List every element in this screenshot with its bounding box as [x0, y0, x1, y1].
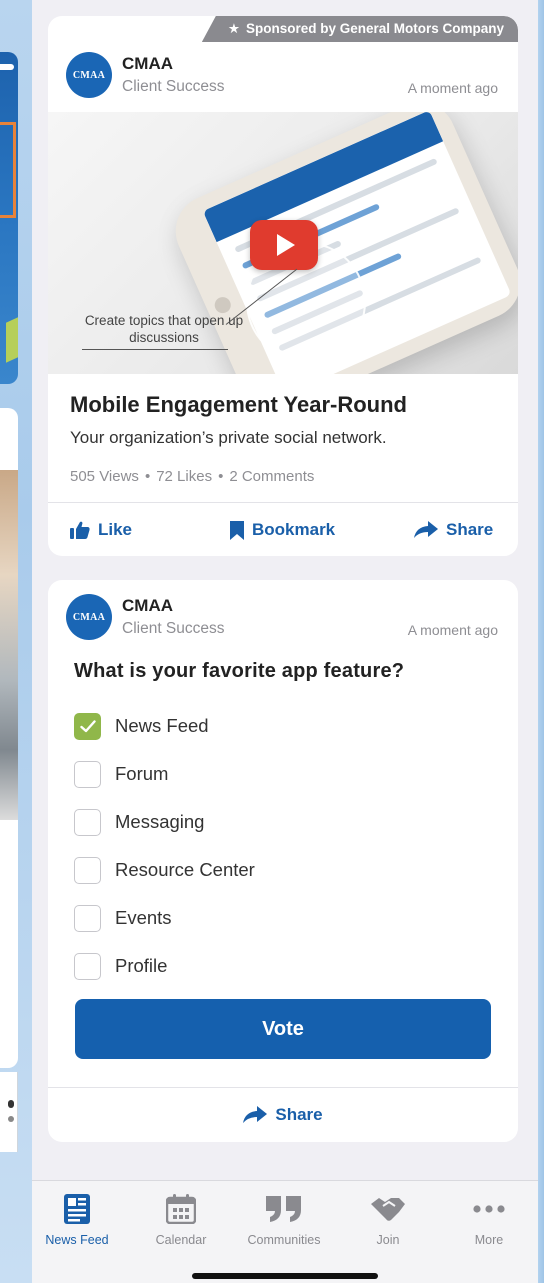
peek-white-bar	[0, 64, 14, 70]
news-feed-icon	[64, 1191, 90, 1227]
thumbs-up-icon	[70, 521, 90, 539]
post-time: A moment ago	[407, 622, 498, 638]
share-label: Share	[446, 520, 494, 539]
star-icon: ★	[227, 21, 240, 36]
vote-button[interactable]: Vote	[75, 999, 491, 1059]
bookmark-icon	[230, 520, 244, 540]
peek-dot	[8, 1116, 14, 1122]
like-label: Like	[98, 520, 133, 539]
checkbox-checked[interactable]	[74, 712, 101, 740]
stats-separator: •	[218, 468, 224, 485]
tab-label: Calendar	[155, 1233, 207, 1247]
poll-option[interactable]: Profile	[74, 942, 494, 990]
post-title[interactable]: Mobile Engagement Year-Round	[70, 392, 407, 418]
tab-communities[interactable]: Communities	[239, 1191, 329, 1251]
poll-question: What is your favorite app feature?	[74, 660, 405, 682]
tab-label: Join	[376, 1233, 400, 1247]
post-stats: 505 Views • 72 Likes • 2 Comments	[70, 468, 314, 485]
handshake-icon	[371, 1191, 405, 1227]
peek-green-shape	[6, 317, 18, 363]
poll-option-label: Events	[115, 907, 172, 928]
tab-join[interactable]: Join	[343, 1191, 433, 1251]
poll-option[interactable]: News Feed	[74, 702, 494, 750]
video-thumbnail[interactable]: Create topics that open up discussions	[48, 112, 518, 374]
sponsored-badge: ★ Sponsored by General Motors Company	[201, 16, 518, 42]
peek-orange-frame	[0, 122, 16, 218]
checkbox[interactable]	[74, 760, 101, 788]
avatar[interactable]: CMAA	[66, 594, 112, 640]
tab-calendar[interactable]: Calendar	[136, 1191, 226, 1251]
peek-photo	[0, 470, 18, 820]
previous-screen-footer-peek	[0, 1072, 18, 1152]
avatar[interactable]: CMAA	[66, 52, 112, 98]
post-subtitle: Your organization’s private social netwo…	[70, 428, 387, 447]
author-role: Client Success	[122, 78, 225, 95]
peek-dot	[8, 1100, 14, 1108]
bookmark-button[interactable]: Bookmark	[230, 503, 335, 556]
post-actions: Like Bookmark Share	[48, 502, 518, 556]
phone-nav	[202, 112, 444, 243]
author-role: Client Success	[122, 620, 225, 637]
poll-option[interactable]: Events	[74, 894, 494, 942]
checkbox[interactable]	[74, 808, 101, 836]
screen-right-edge	[538, 0, 544, 1283]
tab-label: Communities	[247, 1233, 321, 1247]
previous-screen-header-peek	[0, 52, 18, 384]
poll-options: News Feed Forum Messaging Resource Cente…	[74, 702, 494, 990]
poll-card: CMAA CMAA Client Success A moment ago Wh…	[48, 580, 518, 1142]
views-count[interactable]: 505 Views	[70, 468, 139, 485]
sponsor-text: Sponsored by General Motors Company	[245, 21, 504, 36]
bookmark-label: Bookmark	[252, 520, 336, 539]
callout-underline	[82, 349, 228, 350]
likes-count[interactable]: 72 Likes	[156, 468, 212, 485]
home-indicator[interactable]	[192, 1273, 378, 1279]
poll-option[interactable]: Resource Center	[74, 846, 494, 894]
like-button[interactable]: Like	[70, 503, 132, 556]
poll-option-label: Forum	[115, 763, 169, 784]
comments-count[interactable]: 2 Comments	[229, 468, 314, 485]
share-label: Share	[275, 1105, 323, 1124]
quote-icon	[266, 1191, 302, 1227]
previous-screen-card-peek	[0, 408, 18, 1068]
post-time: A moment ago	[407, 80, 498, 96]
stats-separator: •	[144, 468, 151, 485]
play-icon[interactable]	[250, 220, 318, 270]
author-name[interactable]: CMAA	[122, 596, 173, 616]
tab-label: News Feed	[45, 1233, 109, 1247]
tab-label: More	[474, 1233, 504, 1247]
thumbnail-callout: Create topics that open up discussions	[84, 313, 244, 345]
checkbox[interactable]	[74, 904, 101, 932]
poll-option-label: News Feed	[115, 715, 209, 736]
share-button[interactable]: Share	[243, 1088, 323, 1142]
checkbox[interactable]	[74, 856, 101, 884]
tab-bar: News Feed Calendar Communities Join More	[32, 1180, 538, 1283]
tab-more[interactable]: More	[444, 1191, 534, 1251]
checkmark-icon	[79, 719, 96, 732]
poll-share-row: Share	[48, 1087, 518, 1142]
author-name[interactable]: CMAA	[122, 54, 173, 74]
calendar-icon	[166, 1191, 196, 1227]
avatar-text: CMAA	[72, 611, 106, 623]
share-button[interactable]: Share	[414, 503, 493, 556]
tab-news-feed[interactable]: News Feed	[32, 1191, 122, 1251]
poll-option-label: Messaging	[115, 811, 205, 832]
poll-option-label: Resource Center	[115, 859, 255, 880]
share-arrow-icon	[243, 1106, 268, 1123]
news-feed-screen: ★ Sponsored by General Motors Company CMA…	[32, 0, 544, 1283]
poll-option-label: Profile	[115, 955, 168, 976]
poll-option[interactable]: Forum	[74, 750, 494, 798]
sponsored-post-card[interactable]: ★ Sponsored by General Motors Company CMA…	[48, 16, 518, 556]
more-dots-icon	[473, 1191, 505, 1227]
share-arrow-icon	[414, 521, 438, 538]
poll-option[interactable]: Messaging	[74, 798, 494, 846]
checkbox[interactable]	[74, 952, 101, 980]
avatar-text: CMAA	[72, 69, 106, 81]
